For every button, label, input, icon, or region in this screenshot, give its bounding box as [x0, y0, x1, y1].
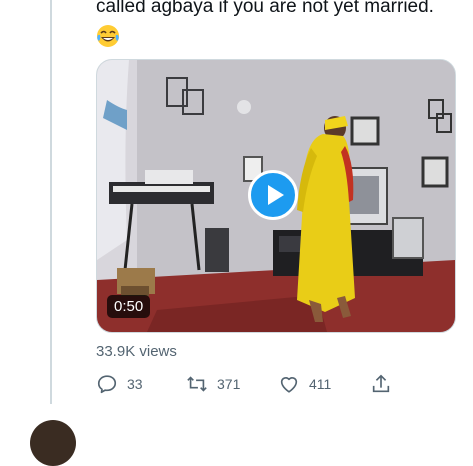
- laughing-tears-emoji-icon: [97, 25, 119, 47]
- avatar[interactable]: [30, 420, 76, 466]
- reply-count: 33: [127, 376, 143, 392]
- reply-button[interactable]: 33: [96, 372, 143, 396]
- retweet-count: 371: [217, 376, 241, 392]
- like-button[interactable]: 411: [278, 372, 331, 396]
- thread-line: [50, 0, 52, 404]
- view-count: 33.9K views: [96, 343, 177, 360]
- share-icon: [372, 374, 390, 393]
- like-count: 411: [309, 376, 332, 392]
- heart-icon: [280, 377, 298, 393]
- retweet-icon: [187, 376, 207, 392]
- video-duration-badge: 0:50: [107, 295, 151, 318]
- tweet-action-bar: 33 371 411: [0, 372, 473, 396]
- tweet-text: called agbaya if you are not yet married…: [96, 0, 434, 17]
- reply-icon: [97, 375, 117, 394]
- play-button[interactable]: [248, 170, 298, 220]
- share-button[interactable]: [370, 372, 392, 396]
- retweet-button[interactable]: 371: [186, 372, 240, 396]
- play-icon: [268, 185, 284, 205]
